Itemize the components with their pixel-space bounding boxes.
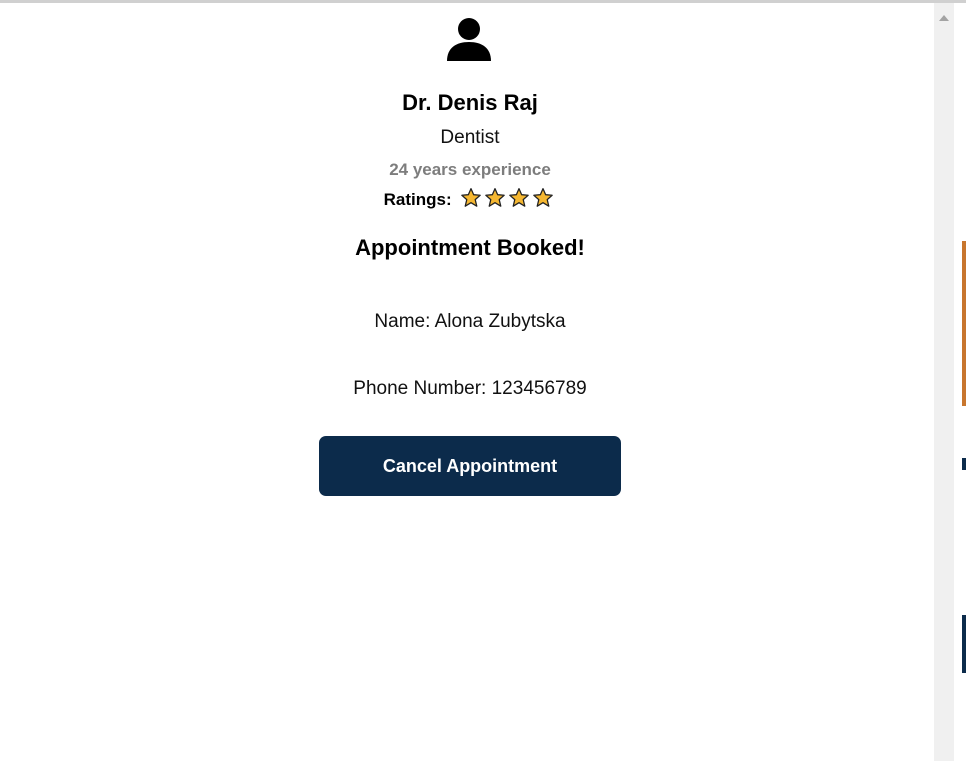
cancel-appointment-button[interactable]: Cancel Appointment bbox=[319, 436, 621, 496]
ratings-label: Ratings: bbox=[383, 190, 452, 209]
patient-phone: Phone Number: 123456789 bbox=[353, 378, 587, 399]
appointment-modal: Dr. Denis Raj Dentist 24 years experienc… bbox=[0, 3, 934, 761]
rating-stars bbox=[460, 187, 556, 214]
background-fragment bbox=[962, 458, 966, 470]
star-icon bbox=[484, 187, 506, 209]
star-icon bbox=[508, 187, 530, 209]
vertical-scrollbar[interactable] bbox=[934, 3, 954, 761]
star-icon bbox=[460, 187, 482, 209]
patient-name: Name: Alona Zubytska bbox=[374, 311, 566, 332]
booking-confirmation-title: Appointment Booked! bbox=[355, 235, 585, 260]
background-fragment bbox=[962, 615, 966, 673]
doctor-experience: 24 years experience bbox=[389, 160, 551, 179]
star-icon bbox=[532, 187, 554, 209]
background-image-fragment bbox=[962, 241, 966, 406]
doctor-ratings: Ratings: bbox=[0, 187, 940, 214]
doctor-specialty: Dentist bbox=[440, 127, 500, 148]
doctor-name: Dr. Denis Raj bbox=[402, 90, 538, 115]
background-page bbox=[954, 3, 966, 761]
user-icon bbox=[446, 17, 492, 63]
scroll-up-arrow-icon[interactable] bbox=[939, 15, 949, 21]
